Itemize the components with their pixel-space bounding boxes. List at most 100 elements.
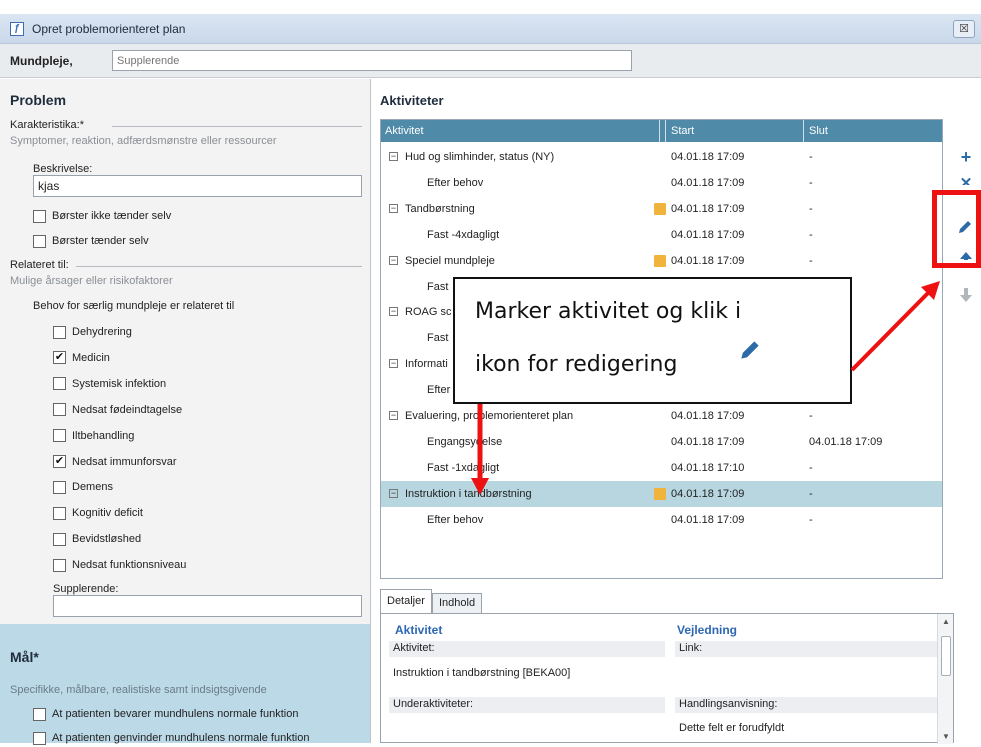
- factor-checkbox-row[interactable]: Iltbehandling: [53, 427, 134, 445]
- checkbox[interactable]: [53, 532, 66, 546]
- factor-checkbox-row[interactable]: ✔ Nedsat immunforsvar: [53, 453, 177, 471]
- activity-row[interactable]: Efter behov 04.01.18 17:09 -: [381, 507, 942, 533]
- app-icon: ƒ: [10, 22, 24, 36]
- activity-start: 04.01.18 17:09: [671, 487, 745, 500]
- checkbox[interactable]: [53, 403, 66, 417]
- factor-checkbox-row[interactable]: ✔ Medicin: [53, 349, 110, 367]
- column-header-aktivitet[interactable]: Aktivitet: [385, 125, 424, 137]
- activity-row[interactable]: Efter behov 04.01.18 17:09 -: [381, 170, 942, 196]
- factor-checkbox-row[interactable]: Kognitiv deficit: [53, 504, 143, 522]
- arrow-down-icon[interactable]: [957, 286, 975, 304]
- factor-label: Nedsat immunforsvar: [72, 455, 177, 468]
- activity-row[interactable]: − Tandbørstning 04.01.18 17:09 -: [381, 196, 942, 222]
- activity-slut: -: [809, 513, 813, 526]
- factor-checkbox-row[interactable]: Nedsat funktionsniveau: [53, 556, 186, 574]
- checkbox[interactable]: [53, 558, 66, 572]
- behov-label: Behov for særlig mundpleje er relateret …: [33, 300, 235, 312]
- close-window-button[interactable]: ☒: [953, 20, 975, 38]
- activity-name: Fast -4xdagligt: [427, 228, 500, 241]
- scroll-up-icon[interactable]: ▲: [942, 617, 950, 626]
- collapse-toggle-icon[interactable]: −: [389, 359, 398, 369]
- collapse-toggle-icon[interactable]: −: [389, 255, 398, 265]
- checkbox[interactable]: [53, 377, 66, 391]
- activity-slut: -: [809, 410, 813, 422]
- factor-checkbox-row[interactable]: Demens: [53, 478, 113, 496]
- edit-icon-highlight: [932, 190, 981, 268]
- details-scrollbar[interactable]: ▲ ▼: [937, 614, 953, 744]
- checkbox[interactable]: [53, 429, 66, 443]
- factor-label: Iltbehandling: [72, 429, 135, 442]
- aktivitet-field-label: Aktivitet:: [389, 641, 665, 657]
- note-icon: [654, 202, 666, 215]
- aktivitet-header: Aktivitet: [395, 623, 443, 637]
- column-separator: [803, 120, 804, 142]
- checkbox-checked[interactable]: ✔: [53, 351, 66, 365]
- checkbox[interactable]: [53, 325, 66, 339]
- factor-label: Systemisk infektion: [72, 377, 167, 390]
- checkbox[interactable]: [33, 209, 46, 223]
- aktivitet-value: Instruktion i tandbørstning [BEKA00]: [393, 667, 571, 679]
- tab-indhold[interactable]: Indhold: [432, 593, 483, 613]
- checkbox[interactable]: [53, 480, 66, 494]
- activity-start: 04.01.18 17:09: [671, 435, 745, 448]
- tab-detaljer[interactable]: Detaljer: [380, 589, 432, 613]
- activity-slut: -: [809, 151, 813, 163]
- supplement-input[interactable]: [112, 50, 632, 71]
- activity-start: 04.01.18 17:09: [671, 228, 745, 241]
- activity-row[interactable]: − Speciel mundpleje 04.01.18 17:09 -: [381, 248, 942, 274]
- goal-row[interactable]: At patienten genvinder mundhulens normal…: [33, 729, 309, 747]
- supplerende-input[interactable]: [53, 595, 362, 617]
- goal-row[interactable]: At patienten bevarer mundhulens normale …: [33, 705, 298, 723]
- mal-hint: Specifikke, målbare, realistiske samt in…: [10, 684, 267, 696]
- note-icon: [654, 487, 666, 500]
- activity-row[interactable]: − Hud og slimhinder, status (NY) 04.01.18 …: [381, 144, 942, 170]
- collapse-toggle-icon[interactable]: −: [389, 152, 398, 161]
- checkbox-label: Børster tænder selv: [52, 235, 149, 247]
- activity-row[interactable]: Fast -4xdagligt 04.01.18 17:09 -: [381, 222, 942, 248]
- top-strip: [0, 0, 981, 14]
- close-icon[interactable]: ✕: [957, 175, 975, 185]
- checkbox-checked[interactable]: ✔: [53, 455, 66, 468]
- activity-row[interactable]: − Evaluering, problemorienteret plan 04.01…: [381, 403, 942, 429]
- activity-slut: 04.01.18 17:09: [809, 435, 883, 448]
- activity-slut: -: [809, 228, 813, 241]
- pencil-icon: [737, 337, 763, 369]
- collapse-toggle-icon[interactable]: −: [389, 307, 398, 317]
- title-bar: ƒ Opret problemorienteret plan ☒: [0, 14, 981, 44]
- activity-name: Efter: [427, 384, 451, 397]
- factor-checkbox-row[interactable]: Nedsat fødeindtagelse: [53, 401, 182, 419]
- checkbox[interactable]: [53, 506, 66, 520]
- activity-slut: -: [809, 176, 813, 189]
- factor-checkbox-row[interactable]: Dehydrering: [53, 323, 132, 341]
- activity-name: ROAG sc: [405, 306, 452, 319]
- relateret-hint: Mulige årsager eller risikofaktorer: [10, 275, 173, 287]
- column-header-start[interactable]: Start: [671, 125, 694, 137]
- details-box: Aktivitet Vejledning Aktivitet: Link: In…: [380, 613, 954, 744]
- factor-checkbox-row[interactable]: Bevidstløshed: [53, 530, 141, 548]
- activity-start: 04.01.18 17:09: [671, 513, 745, 526]
- activity-row[interactable]: Fast -1xdagligt 04.01.18 17:10 -: [381, 455, 942, 481]
- activity-row[interactable]: Engangsydelse 04.01.18 17:09 04.01.18 17:0…: [381, 429, 942, 455]
- scroll-thumb[interactable]: [941, 636, 951, 676]
- karakteristika-label: Karakteristika:*: [10, 119, 84, 131]
- checkbox-row[interactable]: Børster ikke tænder selv: [33, 207, 171, 225]
- collapse-toggle-icon[interactable]: −: [389, 411, 398, 420]
- activity-name: Fast -1xdagligt: [427, 461, 500, 474]
- checkbox[interactable]: [33, 707, 46, 721]
- scroll-down-icon[interactable]: ▼: [942, 732, 950, 741]
- underaktiviteter-label: Underaktiviteter:: [389, 697, 665, 713]
- plus-icon[interactable]: +: [957, 148, 975, 166]
- collapse-toggle-icon[interactable]: −: [389, 488, 398, 498]
- activity-start: 04.01.18 17:10: [671, 461, 745, 474]
- checkbox[interactable]: [33, 234, 46, 248]
- activity-row[interactable]: − Instruktion i tandbørstning 04.01.18 17:…: [381, 480, 942, 507]
- aktiviteter-panel: Aktiviteter Aktivitet Start Slut − Hud og…: [372, 79, 981, 744]
- activity-name: Fast: [427, 280, 449, 293]
- column-header-slut[interactable]: Slut: [809, 125, 828, 137]
- collapse-toggle-icon[interactable]: −: [389, 203, 398, 213]
- activity-start: 04.01.18 17:09: [671, 410, 745, 422]
- factor-checkbox-row[interactable]: Systemisk infektion: [53, 375, 166, 393]
- activity-name: Tandbørstning: [405, 202, 475, 215]
- beskrivelse-input[interactable]: [33, 175, 362, 197]
- checkbox-row[interactable]: Børster tænder selv: [33, 232, 149, 250]
